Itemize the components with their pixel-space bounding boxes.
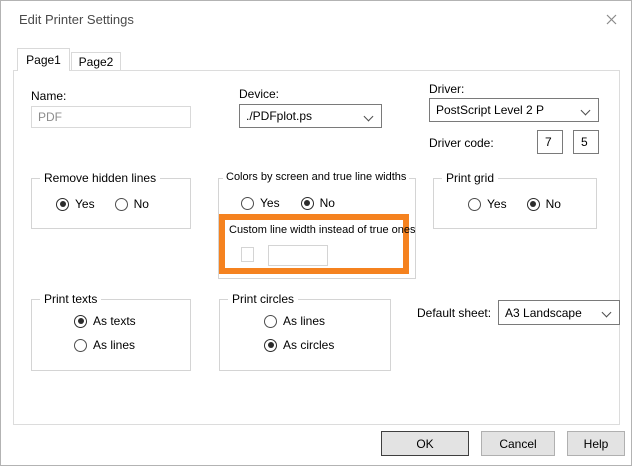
radio-print-grid-yes[interactable]: Yes	[468, 197, 507, 211]
radio-print-circles-as-circles[interactable]: As circles	[264, 338, 334, 352]
radio-label: As texts	[93, 314, 136, 328]
radio-label: Yes	[260, 196, 280, 210]
group-title: Remove hidden lines	[40, 171, 160, 185]
device-label: Device:	[239, 87, 279, 101]
driver-value: PostScript Level 2 P	[436, 103, 544, 117]
driver-code-input-2[interactable]: 5	[573, 130, 599, 154]
group-title: Colors by screen and true line widths	[223, 171, 409, 183]
radio-icon	[56, 198, 69, 211]
radio-icon	[527, 198, 540, 211]
radio-icon	[264, 339, 277, 352]
default-sheet-label: Default sheet:	[417, 306, 491, 320]
radio-colors-yes[interactable]: Yes	[241, 196, 280, 210]
radio-print-texts-as-texts[interactable]: As texts	[74, 314, 136, 328]
driver-combobox[interactable]: PostScript Level 2 P	[429, 98, 599, 122]
radio-label: As lines	[93, 338, 135, 352]
group-print-circles: Print circles As lines As circles	[219, 299, 391, 371]
ok-button[interactable]: OK	[381, 431, 469, 456]
group-title: Print texts	[40, 292, 101, 306]
name-label: Name:	[31, 89, 66, 103]
radio-icon	[264, 315, 277, 328]
radio-label: No	[546, 197, 561, 211]
group-print-texts: Print texts As texts As lines	[31, 299, 191, 371]
radio-colors-no[interactable]: No	[301, 196, 335, 210]
group-title: Print circles	[228, 292, 298, 306]
group-print-grid: Print grid Yes No	[433, 178, 597, 229]
radio-icon	[468, 198, 481, 211]
device-value: ./PDFplot.ps	[246, 109, 312, 123]
radio-icon	[74, 339, 87, 352]
radio-label: No	[320, 196, 335, 210]
radio-remove-hidden-yes[interactable]: Yes	[56, 197, 95, 211]
group-remove-hidden-lines: Remove hidden lines Yes No	[31, 178, 191, 229]
group-title: Print grid	[442, 171, 498, 185]
device-combobox[interactable]: ./PDFplot.ps	[239, 104, 382, 128]
radio-print-texts-as-lines[interactable]: As lines	[74, 338, 136, 352]
driver-code-input-1[interactable]: 7	[537, 130, 563, 154]
radio-print-circles-as-lines[interactable]: As lines	[264, 314, 334, 328]
radio-icon	[115, 198, 128, 211]
radio-icon	[301, 197, 314, 210]
custom-line-width-label: Custom line width instead of true ones	[229, 224, 416, 236]
cancel-button[interactable]: Cancel	[481, 431, 555, 456]
radio-print-grid-no[interactable]: No	[527, 197, 561, 211]
radio-label: No	[134, 197, 149, 211]
driver-label: Driver:	[429, 82, 464, 96]
custom-line-width-checkbox[interactable]	[241, 247, 254, 262]
radio-icon	[241, 197, 254, 210]
default-sheet-value: A3 Landscape	[505, 306, 582, 320]
radio-label: Yes	[75, 197, 95, 211]
radio-label: Yes	[487, 197, 507, 211]
chevron-down-icon	[581, 106, 591, 116]
radio-label: As circles	[283, 338, 334, 352]
chevron-down-icon	[602, 308, 612, 318]
chevron-down-icon	[364, 112, 374, 122]
edit-printer-settings-dialog: Edit Printer Settings Page1 Page2 Name: …	[0, 0, 632, 466]
tab-page2[interactable]: Page2	[71, 52, 121, 71]
help-button[interactable]: Help	[567, 431, 625, 456]
close-button[interactable]	[598, 8, 624, 33]
driver-code-label: Driver code:	[429, 136, 494, 150]
default-sheet-combobox[interactable]: A3 Landscape	[498, 300, 620, 325]
tab-page1[interactable]: Page1	[17, 48, 70, 71]
radio-icon	[74, 315, 87, 328]
default-sheet-row: Default sheet: A3 Landscape	[417, 300, 620, 325]
name-input[interactable]: PDF	[31, 106, 191, 128]
radio-label: As lines	[283, 314, 325, 328]
radio-remove-hidden-no[interactable]: No	[115, 197, 149, 211]
close-icon	[606, 14, 617, 28]
dialog-title: Edit Printer Settings	[19, 12, 134, 27]
custom-line-width-input[interactable]	[268, 245, 328, 266]
